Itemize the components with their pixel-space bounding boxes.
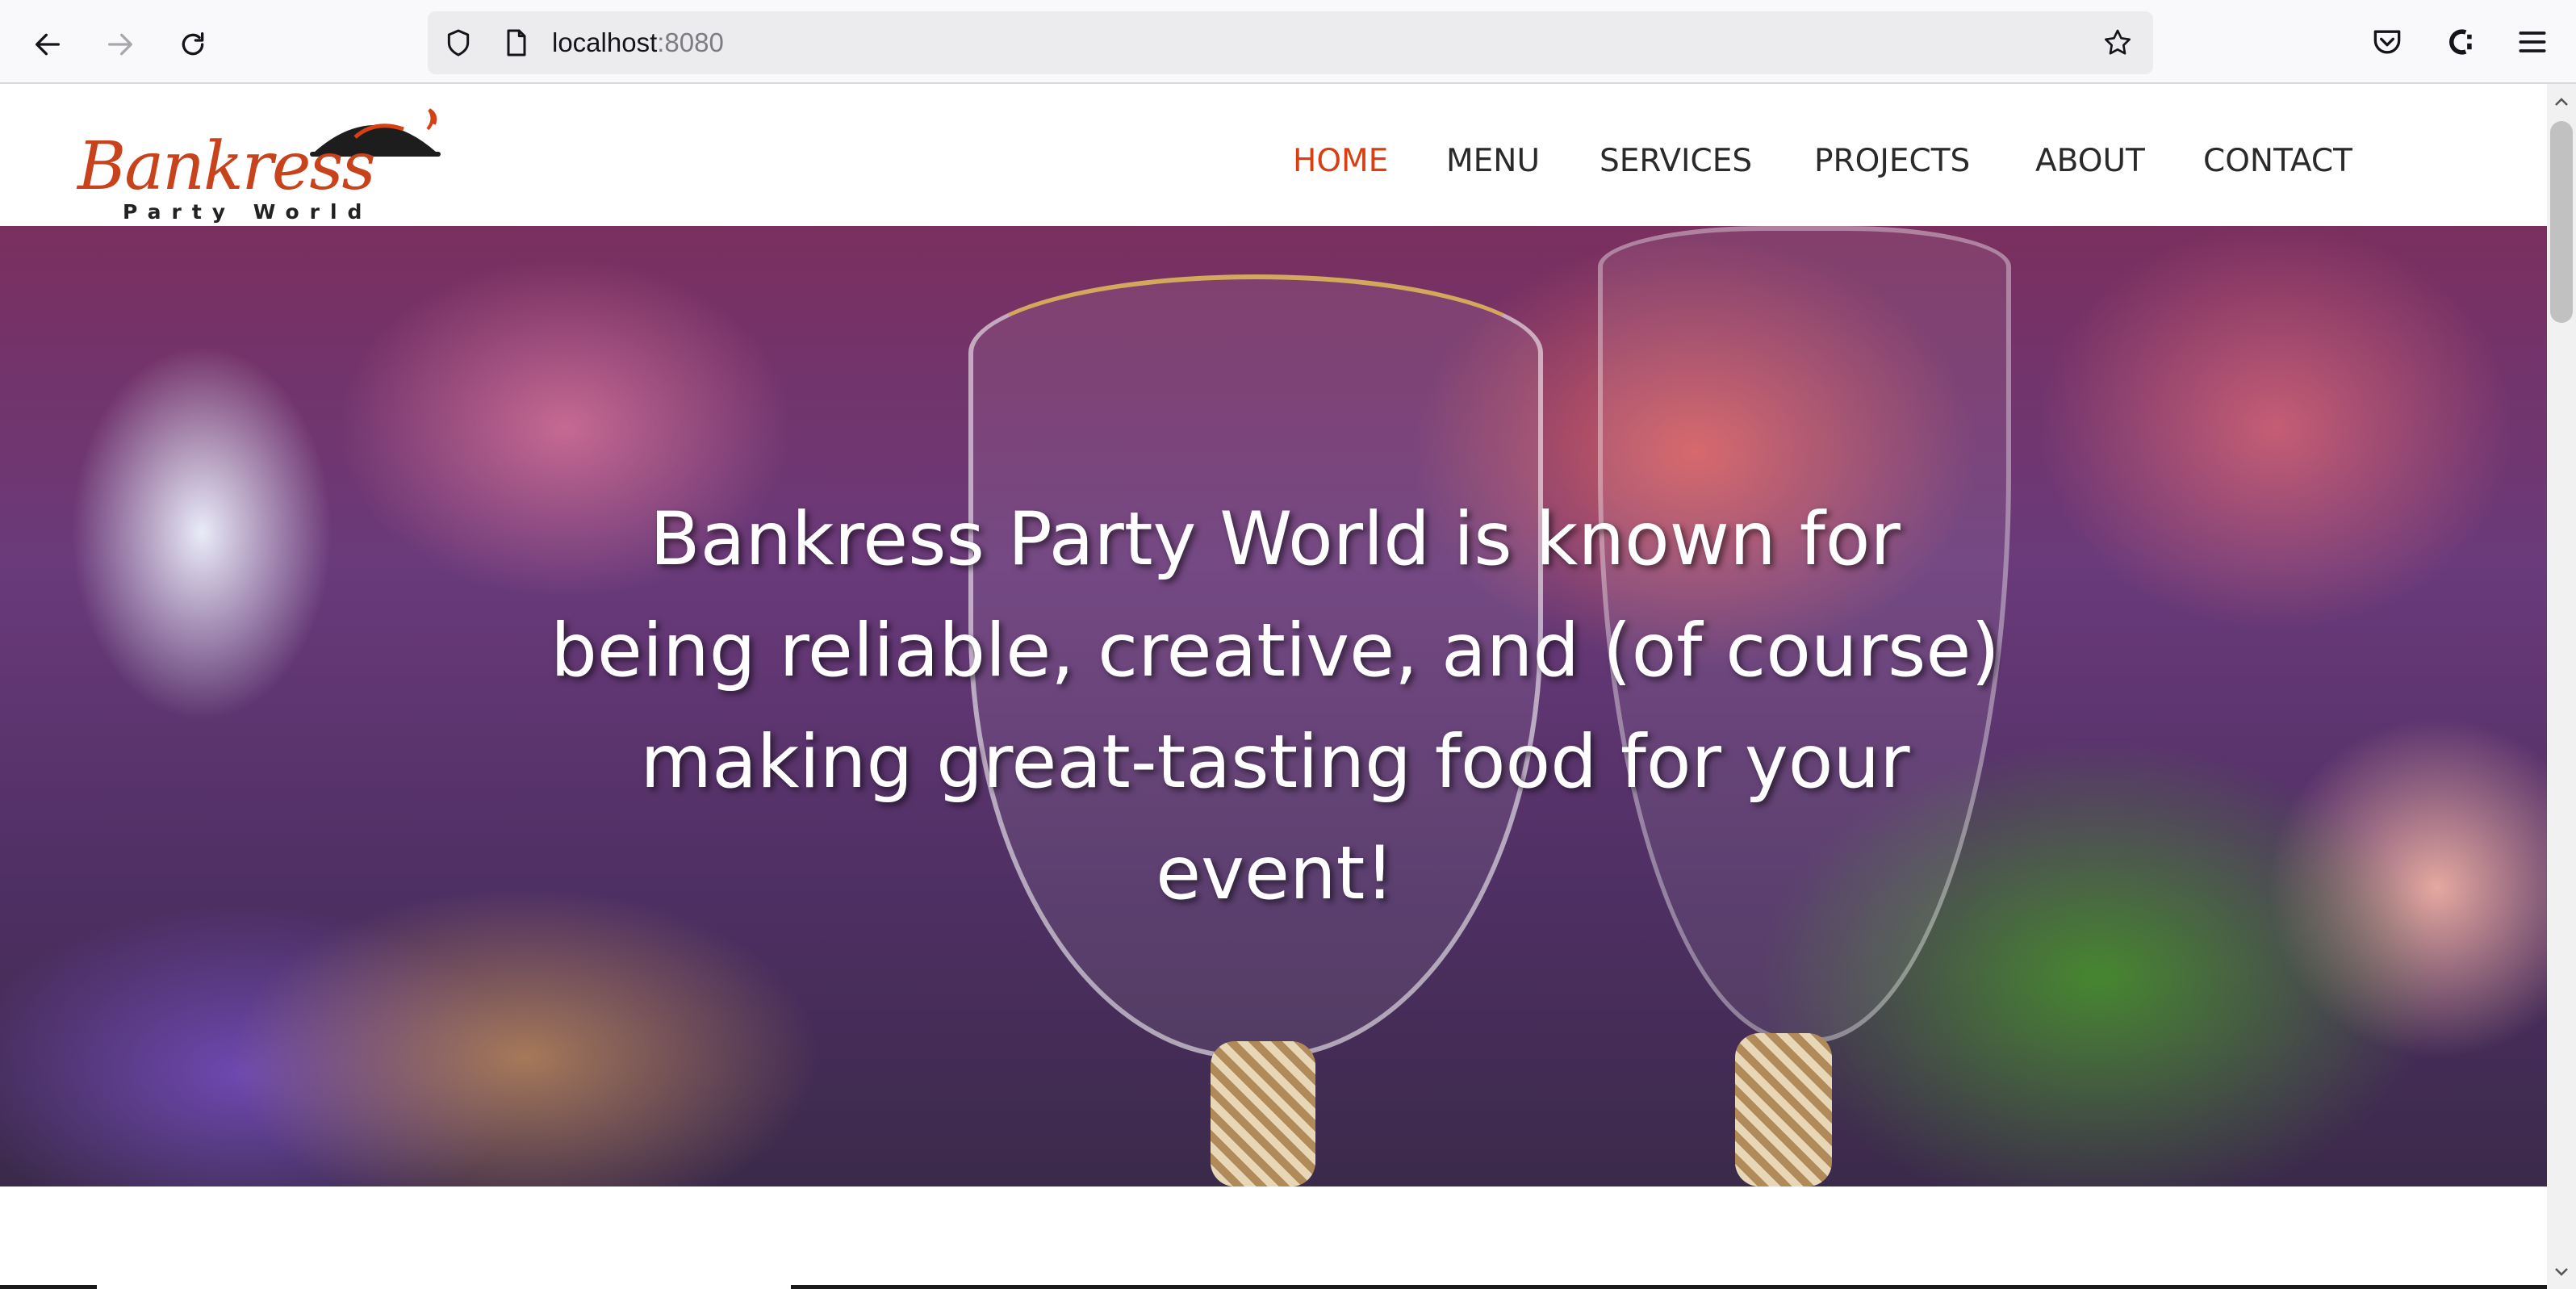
page-edge-line-left [0,1285,97,1289]
nav-menu[interactable]: MENU [1446,137,1540,186]
scroll-thumb[interactable] [2550,121,2573,323]
reload-icon [182,32,204,56]
web-page: Bankress Party World HOME MENU SERVICES … [0,84,2547,1289]
menu-icon[interactable] [2515,24,2550,60]
glass-stem-left [1211,1041,1315,1186]
page-scrollbar[interactable] [2547,84,2576,1289]
logo-tagline: Party World [123,200,373,224]
hero-banner: Bankress Party World is known for being … [0,226,2547,1186]
url-port: :8080 [657,27,724,57]
glass-stem-right [1735,1033,1832,1186]
page-edge-line-right [791,1285,2547,1289]
bookmark-star-icon[interactable] [2101,27,2134,59]
scroll-up-icon[interactable] [2552,92,2571,111]
back-button[interactable] [23,19,73,69]
scroll-down-icon[interactable] [2552,1262,2571,1282]
forward-icon [108,33,132,56]
url-host: localhost [552,27,658,57]
nav-contact[interactable]: CONTACT [2203,137,2352,186]
extension-icon[interactable] [2442,24,2478,60]
forward-button[interactable] [95,19,145,69]
browser-toolbar: localhost:8080 [0,0,2576,84]
reload-button[interactable] [168,19,218,69]
back-icon [36,33,61,56]
nav-services[interactable]: SERVICES [1600,137,1752,186]
main-nav: HOME MENU SERVICES PROJECTS ABOUT CONTAC… [0,137,2547,186]
nav-home[interactable]: HOME [1293,137,1388,186]
nav-projects[interactable]: PROJECTS [1814,137,1970,186]
url-text[interactable]: localhost:8080 [552,27,724,59]
site-header: Bankress Party World HOME MENU SERVICES … [0,84,2547,226]
page-icon[interactable] [500,27,533,59]
pocket-icon[interactable] [2369,24,2405,60]
hero-heading: Bankress Party World is known for being … [550,497,2000,916]
url-bar[interactable]: localhost:8080 [428,11,2153,74]
nav-about[interactable]: ABOUT [2035,137,2145,186]
shield-icon[interactable] [442,27,475,59]
